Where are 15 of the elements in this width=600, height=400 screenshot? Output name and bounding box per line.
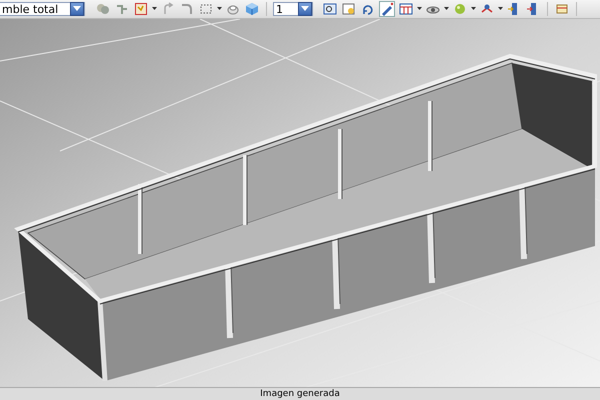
dropdown-caret-icon[interactable] [152, 7, 157, 11]
dropdown-caret-icon[interactable] [471, 7, 476, 11]
zoom-window-icon[interactable] [322, 1, 338, 17]
grid-view-icon[interactable] [398, 1, 414, 17]
dropdown-caret-icon[interactable] [417, 7, 422, 11]
scale-dropdown[interactable]: 1 [273, 2, 313, 16]
status-text: Imagen generada [260, 389, 340, 399]
assembly-dropdown[interactable]: mble total [0, 2, 85, 16]
pen-icon[interactable] [379, 1, 395, 17]
zoom-icon[interactable] [341, 1, 357, 17]
dropdown-caret-icon[interactable] [444, 7, 449, 11]
dropdown-caret-icon[interactable] [498, 7, 503, 11]
cube-icon[interactable] [244, 1, 260, 17]
insert-component-icon[interactable] [133, 1, 149, 17]
dropdown-caret-icon[interactable] [217, 7, 222, 11]
